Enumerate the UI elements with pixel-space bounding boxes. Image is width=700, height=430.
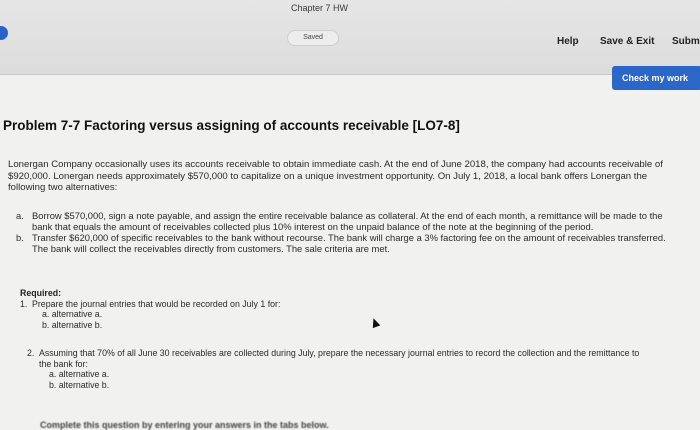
- alternatives-list: a. Borrow $570,000, sign a note payable,…: [16, 210, 676, 254]
- requirement-number: 1.: [20, 298, 28, 309]
- requirement-sublist: a. alternative a. b. alternative b.: [32, 309, 660, 330]
- list-item: b. alternative b.: [49, 379, 110, 390]
- save-exit-link[interactable]: Save & Exit: [600, 36, 654, 47]
- required-heading: Required:: [20, 288, 62, 298]
- list-item: a. alternative a.: [42, 309, 103, 320]
- list-item: a. Borrow $570,000, sign a note payable,…: [16, 210, 676, 232]
- required-section-2: 2. Assuming that 70% of all June 30 rece…: [27, 348, 647, 390]
- problem-title: Problem 7-7 Factoring versus assigning o…: [3, 118, 460, 133]
- check-my-work-button[interactable]: Check my work: [612, 66, 700, 90]
- requirement-number: 2.: [27, 348, 35, 358]
- saved-status-badge: Saved: [287, 30, 339, 46]
- requirement-text: Prepare the journal entries that would b…: [32, 298, 281, 309]
- alternative-letter: b.: [16, 232, 24, 243]
- window-title: Chapter 7 HW: [291, 3, 349, 13]
- list-item: b. Transfer $620,000 of specific receiva…: [16, 232, 676, 254]
- alternative-text: Borrow $570,000, sign a note payable, an…: [32, 210, 663, 232]
- submit-link[interactable]: Submi: [672, 36, 700, 47]
- requirement-sublist: a. alternative a. b. alternative b.: [39, 369, 647, 390]
- nav-dot-icon[interactable]: [0, 26, 8, 40]
- alternative-text: Transfer $620,000 of specific receivable…: [32, 232, 666, 254]
- requirement-text: Assuming that 70% of all June 30 receiva…: [39, 348, 640, 369]
- help-link[interactable]: Help: [557, 36, 579, 47]
- list-item: 1. Prepare the journal entries that woul…: [20, 299, 660, 331]
- list-item: b. alternative b.: [42, 319, 103, 330]
- problem-intro: Lonergan Company occasionally uses its a…: [8, 159, 663, 193]
- complete-instruction: Complete this question by entering your …: [40, 420, 329, 430]
- required-section: Required: 1. Prepare the journal entries…: [20, 288, 660, 330]
- top-toolbar: Chapter 7 HW Saved Help Save & Exit Subm…: [0, 0, 700, 75]
- alternative-letter: a.: [16, 210, 24, 221]
- list-item: 2. Assuming that 70% of all June 30 rece…: [27, 348, 647, 390]
- list-item: a. alternative a.: [49, 369, 110, 380]
